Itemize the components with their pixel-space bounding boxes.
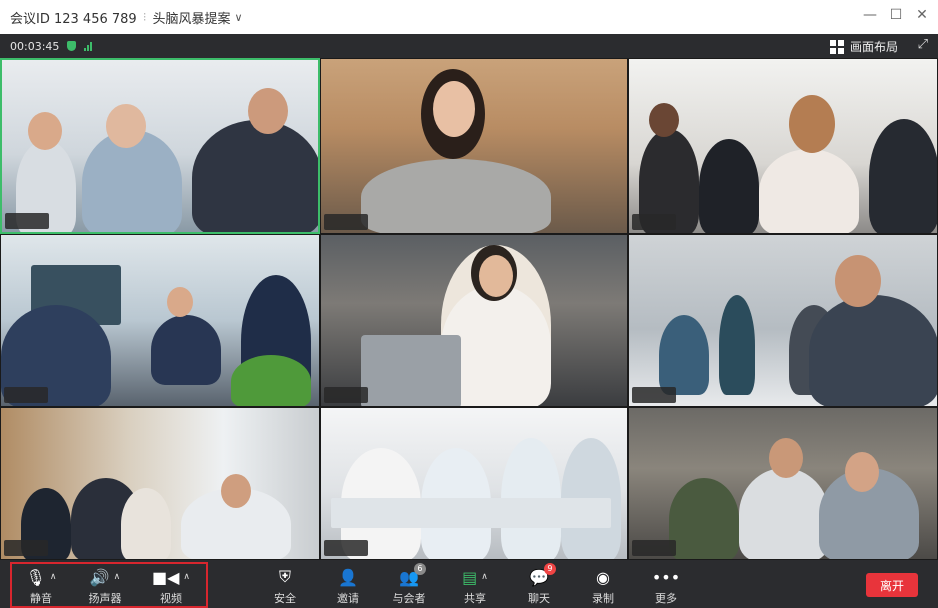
record-label: 录制 — [592, 592, 614, 605]
more-label: 更多 — [655, 592, 677, 605]
video-tile[interactable] — [320, 407, 628, 560]
chevron-down-icon[interactable]: ∨ — [235, 11, 243, 24]
video-tile[interactable] — [628, 407, 938, 560]
participant-name-tag — [632, 214, 676, 230]
participant-name-tag — [632, 540, 676, 556]
participant-name-tag — [632, 387, 676, 403]
chevron-up-icon[interactable]: ∧ — [481, 572, 488, 582]
record-icon: ◉ — [596, 567, 610, 587]
video-tile[interactable] — [0, 407, 320, 560]
participant-name-tag — [4, 540, 48, 556]
layout-label: 画面布局 — [849, 40, 898, 54]
meeting-name[interactable]: 头脑风暴提案 — [153, 8, 231, 27]
leave-button[interactable]: 离开 — [866, 573, 918, 597]
video-tile[interactable] — [0, 234, 320, 407]
audio-video-controls-highlight — [10, 562, 208, 608]
video-tile[interactable] — [320, 234, 628, 407]
meeting-timer: 00:03:45 — [10, 39, 60, 53]
close-button[interactable]: ✕ — [914, 7, 930, 23]
layout-button[interactable]: 画面布局 — [829, 38, 898, 55]
title-separator: ⁝ — [142, 10, 147, 24]
fullscreen-icon[interactable]: ⤢ — [918, 37, 928, 52]
title-bar: 会议ID 123 456 789 ⁝ 头脑风暴提案 ∨ — ☐ ✕ — [0, 0, 938, 34]
meeting-id: 会议ID 123 456 789 — [10, 11, 137, 27]
more-button[interactable]: ••• 更多 — [641, 566, 691, 606]
record-button[interactable]: ◉ 录制 — [578, 566, 628, 606]
participant-name-tag — [324, 214, 368, 230]
video-tile[interactable] — [628, 58, 938, 234]
status-bar: 00:03:45 画面布局 ⤢ — [0, 34, 938, 58]
participant-name-tag — [5, 213, 49, 229]
video-tile[interactable] — [628, 234, 938, 407]
video-tile[interactable] — [0, 58, 320, 234]
minimize-button[interactable]: — — [862, 7, 878, 23]
maximize-button[interactable]: ☐ — [888, 7, 904, 23]
invite-user-icon: 👤 — [338, 567, 358, 587]
participant-name-tag — [324, 387, 368, 403]
shield-icon: ⛨ — [278, 567, 291, 586]
participants-count-badge: 6 — [413, 563, 426, 575]
invite-label: 邀请 — [337, 592, 359, 605]
grid-layout-icon — [829, 39, 844, 54]
security-label: 安全 — [274, 592, 296, 605]
participants-label: 与会者 — [392, 592, 426, 605]
participants-button[interactable]: 👥 6 与会者 — [384, 563, 434, 606]
share-screen-icon: ▤ — [462, 567, 478, 587]
chat-unread-badge: 9 — [543, 563, 556, 575]
chat-label: 聊天 — [528, 592, 550, 605]
more-dots-icon: ••• — [651, 567, 681, 587]
participant-name-tag — [324, 540, 368, 556]
network-signal-icon — [84, 41, 93, 51]
share-button[interactable]: ▤ ∧ 共享 — [450, 566, 500, 606]
invite-button[interactable]: 👤 邀请 — [323, 566, 373, 606]
security-button[interactable]: ⛨ 安全 — [260, 566, 310, 606]
participant-name-tag — [4, 387, 48, 403]
chat-button[interactable]: 💬 9 聊天 — [514, 563, 564, 606]
video-grid — [0, 58, 938, 560]
share-label: 共享 — [464, 592, 486, 605]
security-shield-icon — [67, 41, 77, 51]
video-tile[interactable] — [320, 58, 628, 234]
window-controls: — ☐ ✕ — [862, 7, 930, 23]
